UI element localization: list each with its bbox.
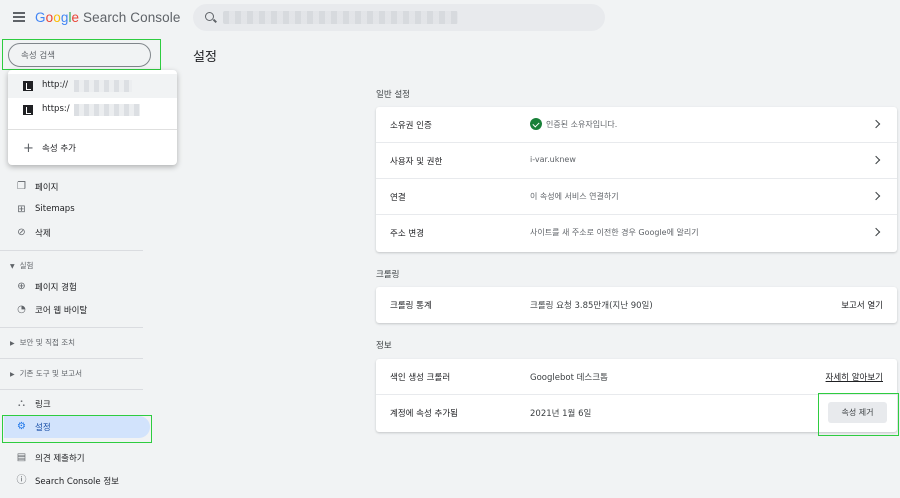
caret-down-icon: ▼	[10, 263, 15, 270]
sidebar-group-experience[interactable]: ▼ 실험	[10, 260, 33, 271]
sidebar-item-page-experience[interactable]: ⊕ 페이지 경험	[0, 276, 152, 298]
open-report-link[interactable]: 보고서 열기	[841, 299, 883, 311]
sitemap-icon: ⊞	[17, 204, 26, 215]
row-value: 사이트를 새 주소로 이전한 경우 Google에 알리기	[530, 228, 699, 237]
eye-off-icon: ⊘	[17, 227, 26, 238]
sidebar-divider	[0, 327, 143, 328]
logo-letter: G	[35, 10, 46, 25]
sidebar-item-label: 코어 웹 바이탈	[35, 306, 88, 316]
row-indexing-crawler: 색인 생성 크롤러 Googlebot 데스크톱 자세히 알아보기	[376, 359, 897, 395]
sidebar-group-label: 기존 도구 및 보고서	[19, 369, 82, 378]
property-option[interactable]: https:/	[8, 98, 177, 122]
row-value: i-var.uknew	[530, 155, 576, 164]
plus-icon[interactable]: +	[23, 142, 34, 155]
caret-right-icon: ▶	[10, 340, 15, 347]
verified-check-icon	[530, 118, 542, 130]
chevron-right-icon	[873, 118, 881, 132]
sidebar-item-label: 페이지	[35, 183, 59, 193]
app-logo[interactable]: Google Search Console	[35, 10, 180, 25]
sidebar-group-label: 보안 및 직접 조치	[19, 338, 76, 347]
plus-circle-icon: ⊕	[17, 281, 26, 292]
info-icon: ⓘ	[16, 475, 27, 486]
logo-letter: o	[53, 10, 61, 25]
page-icon: ❐	[17, 181, 26, 192]
sidebar-item-label: Search Console 정보	[35, 477, 119, 487]
row-value: 인증된 소유자입니다.	[546, 120, 618, 129]
highlight-box-property-search	[2, 39, 161, 70]
redacted-search-text	[223, 11, 458, 24]
sidebar-item-core-web-vitals[interactable]: ◔ 코어 웹 바이탈	[0, 299, 152, 321]
row-label: 소유권 인증	[390, 121, 432, 131]
search-icon	[205, 12, 214, 21]
site-favicon-icon	[23, 105, 33, 115]
sidebar-group-security[interactable]: ▶ 보안 및 직접 조치	[10, 337, 75, 348]
sidebar-item-label: Sitemaps	[35, 204, 75, 214]
add-property-button[interactable]: 속성 추가	[42, 142, 76, 154]
general-settings-card: 소유권 인증 인증된 소유자입니다. 사용자 및 권한 i-var.uknew …	[376, 107, 897, 252]
menu-icon[interactable]	[13, 12, 25, 22]
row-ownership-verification[interactable]: 소유권 인증 인증된 소유자입니다.	[376, 107, 897, 143]
row-value: 이 속성에 서비스 연결하기	[530, 192, 619, 201]
section-title-crawling: 크롤링	[376, 270, 400, 280]
highlight-box-settings	[2, 415, 152, 443]
row-crawl-stats[interactable]: 크롤링 통계 크롤링 요청 3.85만개(지난 90일) 보고서 열기	[376, 287, 897, 323]
row-value: Googlebot 데스크톱	[530, 373, 608, 383]
learn-more-link[interactable]: 자세히 알아보기	[826, 371, 883, 383]
sidebar-group-label: 실험	[19, 261, 34, 270]
sidebar-divider	[0, 389, 143, 390]
url-inspect-search-input[interactable]	[193, 4, 605, 31]
row-label: 사용자 및 권한	[390, 157, 443, 167]
redacted-url	[74, 104, 140, 116]
sidebar-item-pages[interactable]: ❐ 페이지	[0, 176, 152, 198]
crawling-card: 크롤링 통계 크롤링 요청 3.85만개(지난 90일) 보고서 열기	[376, 287, 897, 323]
row-label: 연결	[390, 193, 406, 203]
sidebar-item-removals[interactable]: ⊘ 삭제	[0, 222, 152, 244]
feedback-icon: ▤	[16, 452, 27, 463]
chevron-right-icon	[873, 226, 881, 240]
row-value: 크롤링 요청 3.85만개(지난 90일)	[530, 301, 653, 311]
sidebar-item-label: 링크	[35, 400, 51, 410]
sidebar-item-sitemaps[interactable]: ⊞ Sitemaps	[0, 199, 152, 221]
site-favicon-icon	[23, 81, 33, 91]
speedometer-icon: ◔	[17, 304, 26, 315]
row-label: 계정에 속성 추가됨	[390, 409, 458, 419]
sidebar-item-label: 의견 제출하기	[35, 454, 85, 464]
page-title: 설정	[193, 50, 217, 65]
sidebar-item-about[interactable]: ⓘ Search Console 정보	[0, 470, 152, 492]
row-associations[interactable]: 연결 이 속성에 서비스 연결하기	[376, 179, 897, 215]
row-label: 크롤링 통계	[390, 301, 432, 311]
chevron-right-icon	[873, 154, 881, 168]
dropdown-divider	[8, 129, 177, 130]
sidebar-item-feedback[interactable]: ▤ 의견 제출하기	[0, 447, 152, 469]
sidebar-item-label: 페이지 경험	[35, 283, 77, 293]
property-option[interactable]: http://	[8, 74, 177, 98]
links-icon: ⛬	[18, 398, 25, 409]
property-url: https:/	[42, 104, 70, 114]
top-bar: Google Search Console	[0, 0, 900, 36]
section-title-about: 정보	[376, 341, 392, 351]
sidebar-item-label: 삭제	[35, 229, 51, 239]
row-value: 2021년 1월 6일	[530, 409, 592, 419]
row-change-of-address[interactable]: 주소 변경 사이트를 새 주소로 이전한 경우 Google에 알리기	[376, 215, 897, 251]
row-users-permissions[interactable]: 사용자 및 권한 i-var.uknew	[376, 143, 897, 179]
logo-product-name: Search Console	[83, 10, 181, 25]
sidebar-divider	[0, 250, 143, 251]
logo-letter: e	[71, 10, 80, 25]
row-label: 주소 변경	[390, 229, 424, 239]
highlight-box-remove-property	[818, 393, 899, 436]
section-title-general: 일반 설정	[376, 90, 410, 100]
chevron-right-icon	[873, 190, 881, 204]
property-dropdown: http:// https:/ + 속성 추가	[8, 70, 177, 165]
row-label: 색인 생성 크롤러	[390, 373, 451, 383]
sidebar-group-legacy[interactable]: ▶ 기존 도구 및 보고서	[10, 368, 82, 379]
redacted-url	[74, 80, 132, 92]
caret-right-icon: ▶	[10, 371, 15, 378]
property-url: http://	[42, 80, 69, 90]
sidebar-item-links[interactable]: ⛬ 링크	[0, 393, 152, 415]
sidebar-divider	[0, 358, 143, 359]
